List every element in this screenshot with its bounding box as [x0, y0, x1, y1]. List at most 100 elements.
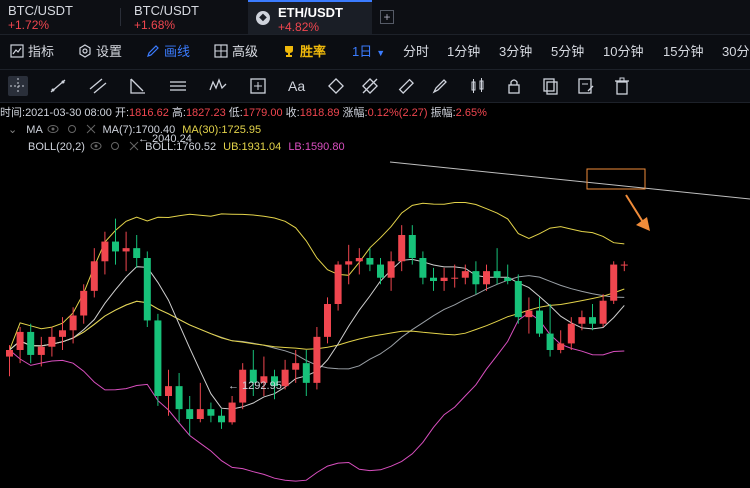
boll-name: BOLL(20,2)	[28, 141, 85, 153]
close-icon[interactable]	[85, 124, 97, 134]
tab-btc-usdt-1[interactable]: BTC/USDT +1.72%	[0, 0, 118, 34]
candle-body	[536, 310, 543, 334]
candle-body	[387, 261, 395, 278]
ma30-value: MA(30):1725.95	[182, 124, 262, 136]
gear-icon	[79, 44, 91, 58]
tab-eth-usdt[interactable]: ◆ ETH/USDT +4.82%	[248, 0, 372, 34]
trend-line-icon[interactable]	[48, 76, 68, 96]
win-rate-button[interactable]: 胜率	[282, 35, 326, 69]
candle-body	[16, 331, 24, 350]
candle-body	[451, 277, 459, 279]
tab-pair-label: BTC/USDT	[8, 3, 73, 18]
wave-pattern-icon[interactable]	[208, 76, 228, 96]
add-tab-button[interactable]: +	[380, 10, 394, 24]
change-label: 涨幅:	[342, 107, 368, 119]
candle-body	[37, 346, 45, 355]
settings-small-icon[interactable]	[109, 141, 121, 151]
candlestick-chart[interactable]: ← 2040.24← 1292.95	[0, 103, 750, 488]
close-value: 1818.89	[299, 107, 340, 119]
advanced-button[interactable]: 高级	[214, 35, 258, 69]
ruler-icon[interactable]	[396, 76, 416, 96]
interval-timeshare[interactable]: 分时	[403, 35, 429, 69]
user-trendline	[389, 161, 750, 200]
collapse-chevron-icon[interactable]: ⌄	[8, 124, 17, 136]
rotate-rect-icon[interactable]	[326, 76, 346, 96]
close-icon[interactable]	[128, 141, 140, 151]
eye-icon[interactable]	[47, 124, 59, 134]
candle-body	[620, 264, 628, 266]
pencil-icon	[147, 45, 159, 57]
candle-body	[143, 258, 151, 321]
grid-icon	[214, 44, 228, 58]
candle-body	[589, 317, 596, 324]
candle-body	[90, 261, 98, 291]
interval-3m[interactable]: 3分钟	[499, 35, 532, 69]
tab-btc-usdt-2[interactable]: BTC/USDT +1.68%	[126, 0, 246, 34]
time-label: 时间:	[0, 107, 26, 119]
settings-small-icon[interactable]	[66, 124, 78, 134]
tab-change: +1.68%	[134, 18, 176, 32]
measure-box-icon[interactable]	[248, 76, 268, 96]
eth-icon: ◆	[256, 11, 270, 25]
candle-body	[567, 323, 575, 344]
brush-icon[interactable]	[430, 76, 450, 96]
boll-value: BOLL:1760.52	[145, 141, 217, 153]
edit-note-icon[interactable]	[576, 76, 596, 96]
settings-button[interactable]: 设置	[78, 35, 122, 69]
candle-body	[398, 235, 406, 262]
candle-body	[546, 333, 554, 350]
settings-label: 设置	[96, 44, 123, 59]
trash-icon[interactable]	[612, 76, 632, 96]
candle-body	[101, 241, 109, 262]
candle-body	[218, 415, 225, 423]
change-value: 0.12%(2.27)	[367, 107, 428, 119]
win-rate-label: 胜率	[300, 44, 327, 59]
interval-1m[interactable]: 1分钟	[447, 35, 480, 69]
eye-icon[interactable]	[90, 141, 102, 151]
text-tool-icon[interactable]: Aa	[288, 76, 308, 96]
copy-icon[interactable]	[540, 76, 560, 96]
high-label: 高:	[171, 107, 186, 119]
angle-line-icon[interactable]	[128, 76, 148, 96]
close-label: 收:	[285, 107, 300, 119]
indicators-button[interactable]: 指标	[10, 35, 54, 69]
trophy-icon	[285, 46, 293, 57]
lock-icon[interactable]	[504, 76, 524, 96]
candle-body	[419, 258, 427, 278]
interval-dropdown[interactable]: 1日 ▼	[352, 35, 385, 69]
candle-body	[324, 304, 331, 337]
lb-value: LB:1590.80	[288, 141, 345, 153]
candle-body	[599, 300, 607, 324]
interval-10m[interactable]: 10分钟	[603, 35, 643, 69]
tab-divider	[120, 8, 121, 26]
candle-body	[196, 409, 204, 419]
interval-30m[interactable]: 30分	[722, 35, 749, 69]
candle-body	[80, 290, 88, 316]
candle-body	[493, 271, 501, 278]
ma7-value: MA(7):1700.40	[102, 124, 176, 136]
tab-pair-label: ETH/USDT	[278, 5, 343, 20]
candle-body	[281, 369, 289, 387]
crosshair-icon[interactable]	[8, 76, 28, 96]
candle-body	[302, 363, 310, 383]
interval-5m[interactable]: 5分钟	[551, 35, 584, 69]
hide-drawings-icon[interactable]	[360, 76, 380, 96]
horizontal-lines-icon[interactable]	[168, 76, 188, 96]
candle-body	[165, 386, 172, 396]
indicators-label: 指标	[28, 44, 55, 59]
candle-body	[366, 258, 374, 265]
candle-body	[228, 402, 236, 423]
interval-15m[interactable]: 15分钟	[663, 35, 703, 69]
candle-body	[59, 330, 66, 337]
parallel-channel-icon[interactable]	[88, 76, 108, 96]
candle-body	[133, 248, 141, 258]
candle-body	[483, 271, 490, 285]
candle-body	[472, 271, 480, 285]
draw-lines-button[interactable]: 画线	[146, 35, 190, 69]
candle-body	[122, 248, 130, 252]
candle-style-icon[interactable]	[468, 76, 488, 96]
tab-change: +4.82%	[278, 20, 320, 34]
market-tab-bar: BTC/USDT +1.72% BTC/USDT +1.68% ◆ ETH/US…	[0, 0, 750, 35]
drawing-toolbar: Aa	[0, 70, 750, 103]
indicator-chart-icon	[10, 44, 24, 58]
